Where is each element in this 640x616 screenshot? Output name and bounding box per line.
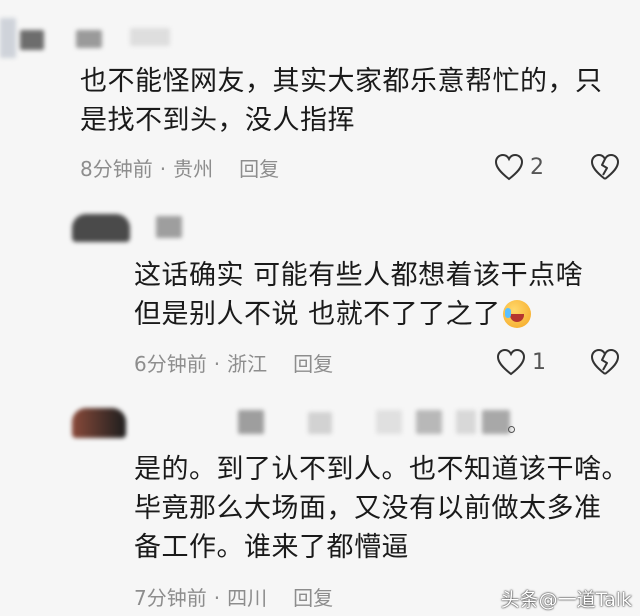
username-blur bbox=[456, 410, 476, 434]
username-blur bbox=[308, 412, 332, 434]
broken-heart-icon bbox=[591, 349, 619, 375]
username-blur bbox=[416, 410, 442, 434]
separator: · bbox=[213, 586, 221, 610]
heart-icon bbox=[494, 153, 524, 181]
comment-meta: 6分钟前 · 浙江 回复 bbox=[134, 350, 333, 378]
heart-icon bbox=[496, 348, 526, 376]
timestamp: 7分钟前 bbox=[134, 586, 207, 610]
reply-button[interactable]: 回复 bbox=[293, 586, 333, 610]
avatar[interactable] bbox=[0, 18, 16, 58]
separator: · bbox=[159, 157, 167, 181]
timestamp: 6分钟前 bbox=[134, 352, 207, 376]
location: 浙江 bbox=[227, 352, 268, 376]
dislike-button[interactable] bbox=[590, 348, 620, 380]
laughing-crying-emoji-icon bbox=[502, 300, 531, 328]
like-button[interactable]: 2 bbox=[494, 153, 544, 181]
comment-line: 但是别人不说 也就不了了之了 bbox=[134, 295, 583, 334]
avatar[interactable] bbox=[72, 214, 130, 242]
username[interactable] bbox=[20, 30, 44, 50]
comment-line-text: 但是别人不说 也就不了了之了 bbox=[134, 299, 501, 330]
username[interactable] bbox=[156, 216, 182, 238]
like-count: 1 bbox=[532, 349, 546, 375]
timestamp: 8分钟前 bbox=[80, 157, 153, 181]
comment-line: 也不能怪网友，其实大家都乐意帮忙的，只 bbox=[80, 66, 603, 97]
comment-line: 这话确实 可能有些人都想着该干点啥 bbox=[134, 260, 584, 291]
comment-line: 毕竟那么大场面，又没有以前做太多准 bbox=[134, 493, 602, 524]
username-blur bbox=[482, 410, 510, 434]
like-button[interactable]: 1 bbox=[496, 348, 546, 376]
comment-text: 也不能怪网友，其实大家都乐意帮忙的，只 是找不到头，没人指挥 bbox=[80, 62, 603, 140]
comment-text: 这话确实 可能有些人都想着该干点啥 但是别人不说 也就不了了之了 bbox=[134, 256, 583, 334]
username-suffix bbox=[508, 426, 515, 433]
comment-line: 备工作。谁来了都懵逼 bbox=[134, 532, 409, 563]
username[interactable] bbox=[238, 410, 264, 434]
broken-heart-icon bbox=[591, 154, 619, 180]
dislike-button[interactable] bbox=[590, 153, 620, 185]
comment-line: 是的。到了认不到人。也不知道该干啥。 bbox=[134, 454, 629, 485]
watermark: 头条@一道Talk bbox=[500, 589, 632, 611]
like-count: 2 bbox=[530, 154, 544, 180]
reply-button[interactable]: 回复 bbox=[239, 157, 279, 181]
comment-text: 是的。到了认不到人。也不知道该干啥。 毕竟那么大场面，又没有以前做太多准 备工作… bbox=[134, 450, 629, 567]
comment-line: 是找不到头，没人指挥 bbox=[80, 105, 355, 136]
username-blur bbox=[130, 28, 170, 46]
username-blur bbox=[376, 410, 402, 434]
location: 四川 bbox=[227, 586, 268, 610]
comment-meta: 7分钟前 · 四川 回复 bbox=[134, 584, 333, 612]
avatar[interactable] bbox=[72, 408, 126, 438]
comment-meta: 8分钟前 · 贵州 回复 bbox=[80, 155, 279, 183]
reply-button[interactable]: 回复 bbox=[293, 352, 333, 376]
separator: · bbox=[213, 352, 221, 376]
location: 贵州 bbox=[173, 157, 214, 181]
username-blur bbox=[76, 30, 102, 48]
